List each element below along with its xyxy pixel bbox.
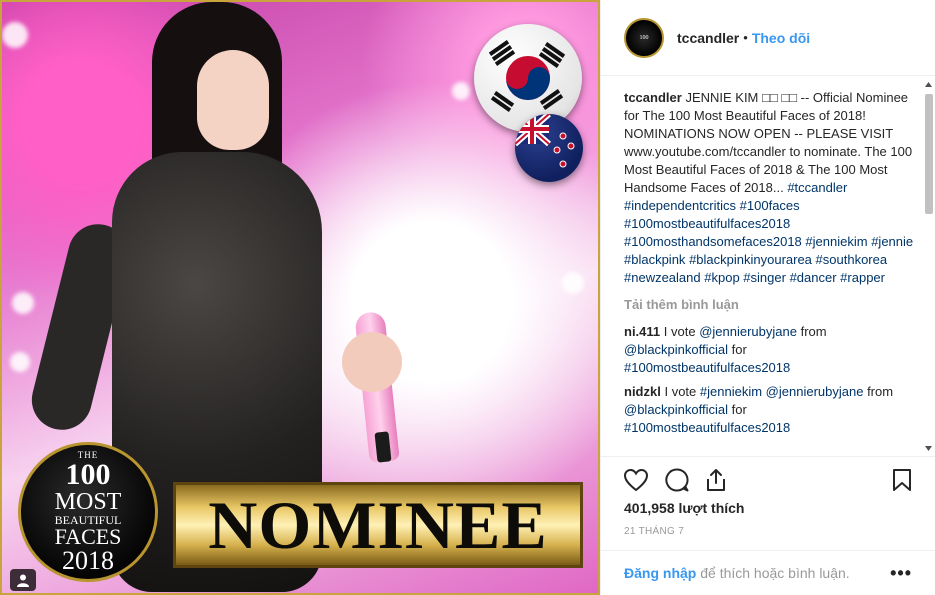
share-icon[interactable] xyxy=(703,467,729,493)
follow-button[interactable]: Theo dõi xyxy=(752,30,810,46)
performer-face xyxy=(197,50,269,150)
caption: tccandler JENNIE KIM □□ □□ -- Official N… xyxy=(624,89,916,287)
hashtag-link[interactable]: #100mostbeautifulfaces2018 xyxy=(624,420,790,435)
caption-text: JENNIE KIM □□ □□ -- Official Nominee for… xyxy=(624,90,913,195)
badge-faces: FACES xyxy=(54,523,122,549)
list-item: nidzkl I vote #jenniekim @jennierubyjane… xyxy=(624,383,916,437)
hashtag-link[interactable]: #blackpinkinyourarea xyxy=(689,252,812,267)
comment-username[interactable]: nidzkl xyxy=(624,384,661,399)
header-separator: • xyxy=(743,30,748,45)
bookmark-icon[interactable] xyxy=(889,467,915,493)
post-header: 100 tccandler • Theo dõi xyxy=(601,0,935,76)
comment-text: I vote xyxy=(663,324,696,339)
hashtag-link[interactable]: #kpop xyxy=(704,270,739,285)
hashtag-link[interactable]: #100mosthandsomefaces2018 xyxy=(624,234,802,249)
hashtag-link[interactable]: #independentcritics xyxy=(624,198,736,213)
stage-light xyxy=(12,292,34,314)
100-most-beautiful-faces-badge: THE 100 MOST BEAUTIFUL FACES 2018 xyxy=(18,442,158,582)
scroll-down-arrow-icon[interactable] xyxy=(922,442,935,454)
new-zealand-flag-icon xyxy=(515,114,583,182)
hashtag-link[interactable]: #rapper xyxy=(840,270,885,285)
scroll-up-arrow-icon[interactable] xyxy=(922,78,935,90)
south-korea-flag-icon xyxy=(474,24,582,132)
comment-text: from xyxy=(867,384,894,399)
avatar[interactable]: 100 xyxy=(624,17,664,58)
mention-link[interactable]: @blackpinkofficial xyxy=(624,342,728,357)
hashtag-link[interactable]: #jenniekim xyxy=(700,384,762,399)
stage-light xyxy=(562,272,584,294)
more-options-button[interactable]: ••• xyxy=(890,563,912,584)
comment-icon[interactable] xyxy=(664,467,690,493)
hashtag-link[interactable]: #blackpink xyxy=(624,252,685,267)
header-username[interactable]: tccandler xyxy=(677,30,739,46)
login-link[interactable]: Đăng nhập xyxy=(624,565,696,581)
hashtag-link[interactable]: #dancer xyxy=(790,270,837,285)
action-bar xyxy=(601,456,935,506)
mention-link[interactable]: @jennierubyjane xyxy=(766,384,864,399)
hashtag-link[interactable]: #southkorea xyxy=(816,252,888,267)
mention-link[interactable]: @jennierubyjane xyxy=(699,324,797,339)
microphone-tip xyxy=(374,431,392,463)
hashtag-link[interactable]: #jennie xyxy=(871,234,913,249)
load-more-comments-button[interactable]: Tải thêm bình luận xyxy=(624,296,916,314)
hashtag-link[interactable]: #newzealand xyxy=(624,270,701,285)
like-count[interactable]: 401,958 lượt thích xyxy=(624,500,744,516)
performer-hand xyxy=(342,332,402,392)
hashtag-link[interactable]: #100mostbeautifulfaces2018 xyxy=(624,216,790,231)
stage-light xyxy=(452,82,470,100)
comments-list: tccandler JENNIE KIM □□ □□ -- Official N… xyxy=(624,89,916,455)
post-date[interactable]: 21 THÁNG 7 xyxy=(624,526,684,537)
comment-username[interactable]: ni.411 xyxy=(624,324,660,339)
caption-username[interactable]: tccandler xyxy=(624,90,682,105)
hashtag-link[interactable]: #100mostbeautifulfaces2018 xyxy=(624,360,790,375)
scrollbar-thumb[interactable] xyxy=(925,94,933,214)
login-prompt: Đăng nhập để thích hoặc bình luận. ••• xyxy=(601,550,935,595)
heart-icon[interactable] xyxy=(623,467,649,493)
comment-text: for xyxy=(731,342,747,357)
comment-text: for xyxy=(731,402,747,417)
comment-text: from xyxy=(800,324,827,339)
post-details-panel: 100 tccandler • Theo dõi tccandler JENNI… xyxy=(600,0,935,595)
post-image[interactable]: THE 100 MOST BEAUTIFUL FACES 2018 NOMINE… xyxy=(0,0,600,595)
instagram-post: THE 100 MOST BEAUTIFUL FACES 2018 NOMINE… xyxy=(0,0,935,595)
hashtag-link[interactable]: #100faces xyxy=(740,198,800,213)
nominee-banner: NOMINEE xyxy=(173,482,583,568)
hashtag-link[interactable]: #tccandler xyxy=(787,180,847,195)
stage-light xyxy=(10,352,30,372)
login-prompt-text: để thích hoặc bình luận. xyxy=(696,565,850,581)
hashtag-link[interactable]: #singer xyxy=(743,270,786,285)
badge-number: 100 xyxy=(65,457,111,491)
stage-light xyxy=(2,22,28,48)
caption-hashtags: #tccandler #independentcritics #100faces… xyxy=(624,180,913,285)
avatar-badge-text: 100 xyxy=(639,34,649,41)
mention-link[interactable]: @blackpinkofficial xyxy=(624,402,728,417)
badge-year: 2018 xyxy=(62,545,114,575)
tagged-user-icon[interactable] xyxy=(10,569,36,591)
comments-scrollbar[interactable] xyxy=(922,76,935,456)
list-item: ni.411 I vote @jennierubyjane from @blac… xyxy=(624,323,916,377)
badge-most: MOST xyxy=(54,488,122,515)
comment-text: I vote xyxy=(664,384,697,399)
hashtag-link[interactable]: #jenniekim xyxy=(805,234,867,249)
